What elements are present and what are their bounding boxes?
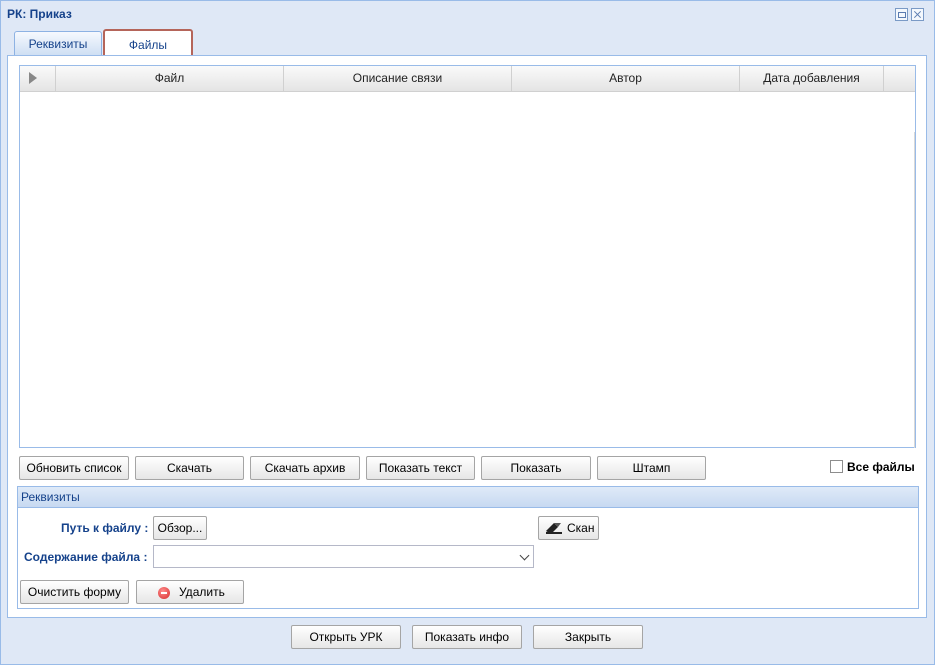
requisites-section: Реквизиты Путь к файлу : Обзор... Скан С… xyxy=(17,486,919,609)
clear-form-button[interactable]: Очистить форму xyxy=(20,580,129,604)
tab-requisites[interactable]: Реквизиты xyxy=(14,31,102,56)
tab-strip: Реквизиты Файлы xyxy=(7,29,927,57)
files-grid: Файл Описание связи Автор Дата добавлени… xyxy=(19,65,916,448)
column-header-description[interactable]: Описание связи xyxy=(284,66,512,91)
tab-files[interactable]: Файлы xyxy=(103,29,193,57)
column-header-date-added[interactable]: Дата добавления xyxy=(740,66,884,91)
delete-label: Удалить xyxy=(179,585,225,599)
chevron-down-icon[interactable] xyxy=(519,550,530,561)
files-panel: Файл Описание связи Автор Дата добавлени… xyxy=(7,56,927,618)
scan-label: Скан xyxy=(567,521,595,535)
scan-button[interactable]: Скан xyxy=(538,516,599,540)
window: РК: Приказ Реквизиты Файлы Файл Описание… xyxy=(0,0,935,665)
expand-arrow-icon[interactable] xyxy=(20,66,56,91)
open-urk-button[interactable]: Открыть УРК xyxy=(291,625,401,649)
stamp-button[interactable]: Штамп xyxy=(597,456,706,480)
column-header-author[interactable]: Автор xyxy=(512,66,740,91)
file-path-label: Путь к файлу : xyxy=(61,521,149,535)
delete-icon xyxy=(158,587,170,599)
all-files-label: Все файлы xyxy=(847,460,915,474)
title-bar: РК: Приказ xyxy=(1,1,934,27)
file-content-select[interactable] xyxy=(153,545,534,568)
section-title: Реквизиты xyxy=(21,490,80,504)
section-header: Реквизиты xyxy=(18,487,918,508)
show-text-button[interactable]: Показать текст xyxy=(366,456,475,480)
window-title: РК: Приказ xyxy=(7,7,72,21)
refresh-list-button[interactable]: Обновить список xyxy=(19,456,129,480)
show-button[interactable]: Показать xyxy=(481,456,591,480)
close-button[interactable]: Закрыть xyxy=(533,625,643,649)
grid-header: Файл Описание связи Автор Дата добавлени… xyxy=(20,66,915,92)
browse-button[interactable]: Обзор... xyxy=(153,516,207,540)
download-button[interactable]: Скачать xyxy=(135,456,244,480)
close-icon[interactable] xyxy=(911,8,924,21)
show-info-button[interactable]: Показать инфо xyxy=(412,625,522,649)
maximize-icon[interactable] xyxy=(895,8,908,21)
grid-scrollbar[interactable] xyxy=(914,132,915,448)
column-header-file[interactable]: Файл xyxy=(56,66,284,91)
scanner-icon xyxy=(546,523,562,534)
delete-button[interactable]: Удалить xyxy=(136,580,244,604)
all-files-checkbox[interactable] xyxy=(830,460,843,473)
download-archive-button[interactable]: Скачать архив xyxy=(250,456,360,480)
file-content-label: Содержание файла : xyxy=(24,550,148,564)
